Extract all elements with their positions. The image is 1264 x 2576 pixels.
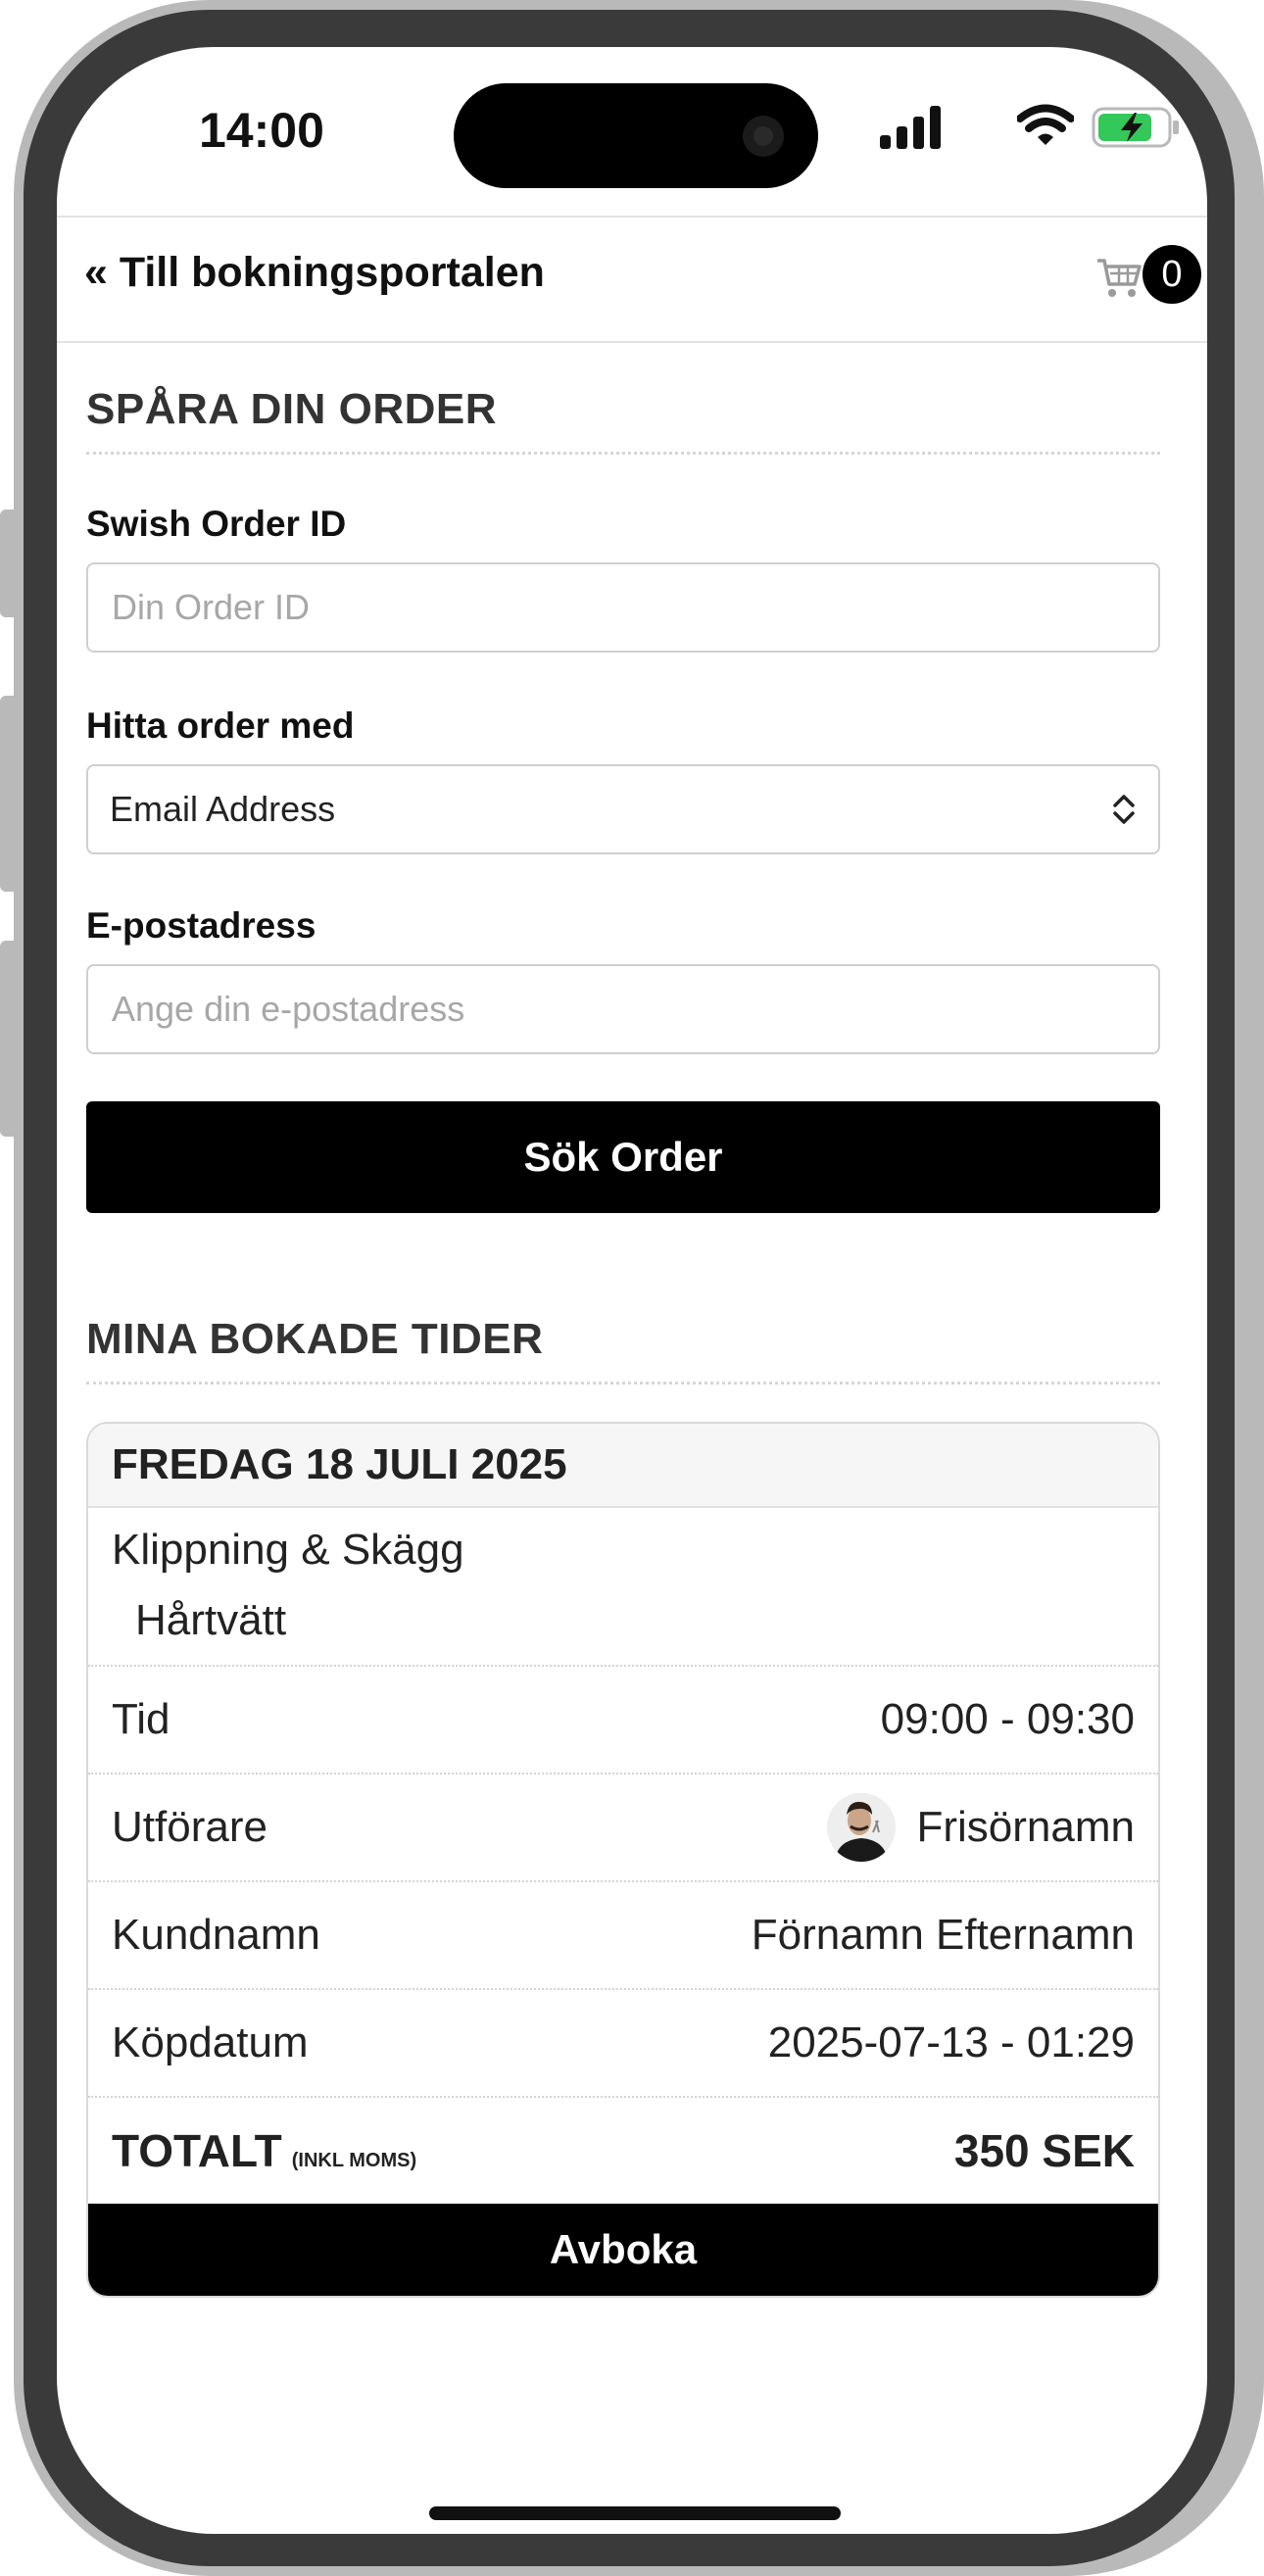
row-label: Kundnamn: [112, 1911, 320, 1959]
total-sublabel: (INKL MOMS): [291, 2150, 417, 2171]
staff-avatar: [826, 1793, 896, 1862]
dynamic-island: [454, 83, 818, 188]
track-order-title: SPÅRA DIN ORDER: [86, 341, 1160, 455]
row-label: Utförare: [112, 1803, 267, 1851]
total-value: 350 SEK: [953, 2125, 1135, 2176]
find-by-label: Hitta order med: [86, 705, 355, 746]
phone-power-button: [1246, 833, 1264, 1146]
row-value: 2025-07-13 - 01:29: [767, 2018, 1135, 2066]
order-id-label: Swish Order ID: [86, 504, 347, 544]
signal-icon: [880, 106, 941, 149]
staff-value: Frisörnamn: [826, 1793, 1136, 1862]
phone-volume-up-button: [0, 696, 20, 892]
row-label: Tid: [112, 1695, 170, 1743]
booking-service-addon: Hårtvätt: [135, 1596, 287, 1644]
cart-count-badge: 0: [1142, 245, 1201, 304]
my-bookings-title: MINA BOKADE TIDER: [86, 1315, 1160, 1385]
cancel-booking-button[interactable]: Avboka: [88, 2204, 1158, 2296]
status-time: 14:00: [199, 103, 324, 158]
back-to-portal-link[interactable]: « Till bokningsportalen: [84, 249, 545, 297]
row-label: Köpdatum: [112, 2018, 309, 2066]
wifi-icon: [1017, 104, 1074, 145]
total-label: TOTALT: [112, 2125, 282, 2176]
find-by-select[interactable]: Email Address: [86, 764, 1160, 854]
select-chevron-icon: [1113, 795, 1135, 824]
search-order-button[interactable]: Sök Order: [86, 1101, 1160, 1213]
phone-volume-down-button: [0, 941, 20, 1137]
front-camera-icon: [743, 116, 784, 157]
booking-row-customer: Kundnamn Förnamn Efternamn: [88, 1882, 1158, 1990]
email-input[interactable]: [86, 964, 1160, 1054]
row-value: 09:00 - 09:30: [880, 1695, 1135, 1743]
booking-row-time: Tid 09:00 - 09:30: [88, 1667, 1158, 1774]
booking-row-staff: Utförare Frisörnamn: [88, 1774, 1158, 1882]
phone-action-button: [0, 510, 20, 617]
row-value: Frisörnamn: [916, 1803, 1136, 1851]
booking-total-row: TOTALT (INKL MOMS) 350 SEK: [88, 2098, 1158, 2204]
main-content: SPÅRA DIN ORDER Swish Order ID Hitta ord…: [86, 341, 1160, 2298]
phone-screen: 14:00 « Till bokningsportalen 0 SPÅRA DI…: [57, 47, 1207, 2534]
battery-charging-icon: [1092, 107, 1179, 148]
booking-services: Klippning & Skägg Hårtvätt: [88, 1508, 1158, 1667]
email-label: E-postadress: [86, 905, 316, 946]
top-nav: « Till bokningsportalen 0: [57, 216, 1207, 343]
total-label-group: TOTALT (INKL MOMS): [112, 2124, 416, 2177]
order-id-input[interactable]: [86, 562, 1160, 653]
row-value: Förnamn Efternamn: [751, 1911, 1135, 1959]
cart-icon: [1097, 259, 1142, 297]
cart-button[interactable]: 0: [1095, 245, 1203, 310]
booking-row-purchase-date: Köpdatum 2025-07-13 - 01:29: [88, 1990, 1158, 2098]
home-indicator: [429, 2506, 841, 2520]
booking-card: FREDAG 18 JULI 2025 Klippning & Skägg Hå…: [86, 1422, 1160, 2298]
booking-date: FREDAG 18 JULI 2025: [88, 1424, 1158, 1508]
find-by-selected-value: Email Address: [110, 789, 336, 829]
booking-service-main: Klippning & Skägg: [112, 1526, 464, 1574]
